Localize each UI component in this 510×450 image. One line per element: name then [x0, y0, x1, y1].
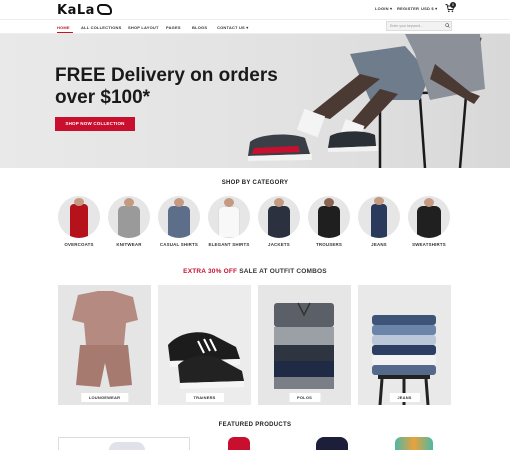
logo-text: KaLa — [57, 3, 95, 18]
featured-product-card[interactable] — [395, 437, 433, 450]
face-shape — [124, 198, 134, 207]
face-shape — [424, 198, 434, 207]
garment-shape — [218, 206, 240, 238]
garment-shape — [70, 204, 88, 238]
nav-all-collections[interactable]: ALL COLLECTIONS — [81, 25, 121, 30]
currency-select[interactable]: USD $ ▾ — [421, 6, 437, 11]
trainers-image — [158, 285, 251, 405]
garment-shape — [371, 204, 387, 238]
garment-shape — [118, 206, 140, 238]
register-link[interactable]: REGISTER — [397, 6, 419, 11]
loungewear-image — [58, 285, 151, 405]
polos-image — [258, 285, 351, 405]
category-image — [308, 196, 350, 238]
featured-product-card[interactable] — [316, 437, 348, 450]
product-image — [228, 437, 250, 450]
category-image — [258, 196, 300, 238]
product-image — [109, 442, 145, 450]
combo-jeans[interactable]: JEANS — [358, 285, 451, 405]
category-trousers[interactable]: TROUSERS — [308, 196, 350, 256]
face-shape — [74, 198, 84, 206]
login-link[interactable]: LOGIN ▾ — [375, 6, 392, 11]
shop-by-category-title: SHOP BY CATEGORY — [221, 180, 289, 186]
face-shape — [274, 198, 284, 207]
category-casual-shirts[interactable]: CASUAL SHIRTS — [158, 196, 200, 256]
category-image — [158, 196, 200, 238]
product-image — [316, 437, 348, 450]
category-label: TROUSERS — [316, 242, 342, 247]
combo-polos[interactable]: POLOS — [258, 285, 351, 405]
nav-active-indicator — [57, 32, 73, 33]
nav-pages[interactable]: PAGES — [166, 25, 181, 30]
promo-text: SALE AT OUTFIT COMBOS — [239, 268, 327, 275]
cart-count-badge: 0 — [450, 2, 456, 8]
combo-label: TRAINERS — [185, 393, 224, 402]
category-label: KNITWEAR — [116, 242, 142, 247]
category-elegant-shirts[interactable]: ELEGANT SHIRTS — [208, 196, 250, 256]
featured-product-card[interactable] — [228, 437, 250, 450]
category-image — [358, 196, 400, 238]
nav-home[interactable]: HOME — [57, 25, 70, 30]
logo-mark-icon — [96, 4, 112, 15]
face-shape — [174, 198, 184, 207]
category-image — [108, 196, 150, 238]
garment-shape — [318, 206, 340, 238]
nav-shop-layout[interactable]: SHOP LAYOUT — [128, 25, 159, 30]
category-label: ELEGANT SHIRTS — [208, 242, 250, 247]
brand-logo[interactable]: KaLa — [57, 3, 112, 18]
search-input[interactable]: Enter your keyword... — [386, 21, 452, 31]
face-shape — [374, 197, 384, 205]
face-shape — [224, 198, 234, 207]
category-label: SWEATSHIRTS — [412, 242, 446, 247]
garment-shape — [168, 206, 190, 238]
category-jackets[interactable]: JACKETS — [258, 196, 300, 256]
shop-now-button[interactable]: SHOP NOW COLLECTION — [55, 117, 135, 131]
product-image — [395, 437, 433, 450]
combo-trainers[interactable]: TRAINERS — [158, 285, 251, 405]
category-jeans[interactable]: JEANS — [358, 196, 400, 256]
combo-loungewear[interactable]: LOUNGEWEAR — [58, 285, 151, 405]
top-bar: KaLa LOGIN ▾ REGISTER USD $ ▾ 0 — [0, 0, 510, 19]
promo-heading: EXTRA 30% OFF SALE AT OUTFIT COMBOS — [0, 268, 510, 275]
category-image — [208, 196, 250, 238]
featured-products-title: FEATURED PRODUCTS — [218, 422, 292, 428]
search-icon[interactable] — [445, 23, 450, 28]
hero-title: FREE Delivery on orders over $100* — [55, 65, 278, 108]
category-image — [408, 196, 450, 238]
garment-shape — [417, 206, 441, 238]
category-label: CASUAL SHIRTS — [159, 242, 199, 247]
garment-shape — [268, 206, 290, 238]
nav-contact-us[interactable]: CONTACT US ▾ — [217, 25, 248, 30]
category-knitwear[interactable]: KNITWEAR — [108, 196, 150, 256]
category-overcoats[interactable]: OVERCOATS — [58, 196, 100, 256]
promo-highlight: EXTRA 30% OFF — [183, 268, 238, 275]
category-label: JEANS — [371, 242, 387, 247]
category-label: OVERCOATS — [64, 242, 94, 247]
category-label: JACKETS — [268, 242, 290, 247]
featured-product-card[interactable] — [58, 437, 190, 450]
face-shape — [324, 198, 334, 207]
combo-label: POLOS — [288, 393, 321, 402]
category-sweatshirts[interactable]: SWEATSHIRTS — [408, 196, 450, 256]
category-image — [58, 196, 100, 238]
combo-label: JEANS — [389, 393, 420, 402]
jeans-image — [358, 285, 451, 405]
nav-blogs[interactable]: BLOGS — [192, 25, 207, 30]
combo-label: LOUNGEWEAR — [80, 393, 129, 402]
